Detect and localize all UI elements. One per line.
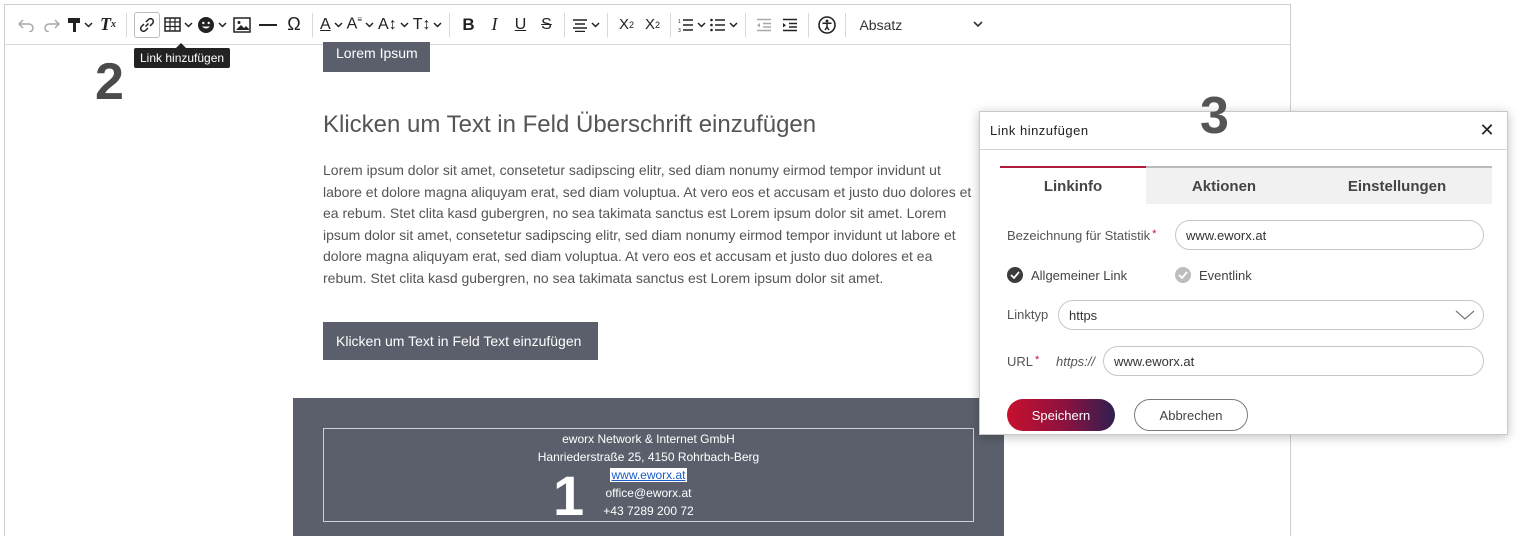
lorem-ipsum-button[interactable]: Lorem Ipsum	[323, 42, 430, 72]
url-input[interactable]: www.eworx.at	[1103, 346, 1484, 376]
check-icon	[1007, 267, 1023, 283]
format-painter-icon[interactable]	[67, 11, 93, 39]
chevron-down-icon	[365, 21, 374, 28]
link-tooltip: Link hinzufügen	[134, 43, 231, 68]
indent-icon[interactable]	[779, 11, 801, 39]
chevron-down-icon	[400, 21, 409, 28]
align-icon[interactable]	[572, 11, 600, 39]
required-marker: *	[1152, 228, 1157, 240]
dialog-header: Link hinzufügen ✕	[980, 112, 1507, 150]
footer-block: eworx Network & Internet GmbH Hanrieders…	[293, 398, 1004, 536]
content-heading[interactable]: Klicken um Text in Feld Überschrift einz…	[323, 111, 816, 139]
superscript-icon[interactable]: X2	[641, 11, 663, 39]
line-height-icon[interactable]: A↕	[378, 11, 409, 39]
remove-format-icon[interactable]: Tx	[97, 11, 119, 39]
chevron-down-icon	[1455, 310, 1475, 320]
undo-icon[interactable]	[15, 11, 37, 39]
insert-text-button[interactable]: Klicken um Text in Feld Text einzufügen	[323, 322, 598, 360]
dialog-title: Link hinzufügen	[990, 123, 1089, 138]
tab-einstellungen[interactable]: Einstellungen	[1302, 166, 1492, 204]
toolbar-divider	[312, 12, 313, 37]
table-icon[interactable]	[164, 11, 193, 39]
tab-linkinfo[interactable]: Linkinfo	[1000, 166, 1146, 204]
toolbar-divider	[449, 12, 451, 37]
step-number-2: 2	[95, 53, 124, 111]
content-paragraph[interactable]: Lorem ipsum dolor sit amet, consetetur s…	[323, 160, 973, 289]
footer-address: Hanriederstraße 25, 4150 Rohrbach-Berg	[537, 450, 760, 464]
linktype-value: https	[1069, 307, 1098, 323]
footer-company: eworx Network & Internet GmbH	[562, 432, 735, 446]
toolbar-divider	[670, 12, 672, 37]
linktype-label: Linktyp	[1007, 307, 1049, 322]
svg-text:1: 1	[678, 19, 681, 25]
chevron-down-icon	[184, 21, 193, 28]
paragraph-format-value: Absatz	[859, 16, 903, 33]
horizontal-line-icon[interactable]	[257, 11, 279, 39]
close-icon[interactable]: ✕	[1477, 120, 1497, 141]
radio-general-link[interactable]: Allgemeiner Link	[1007, 267, 1127, 283]
radio-event-link[interactable]: Eventlink	[1175, 267, 1252, 283]
cancel-button[interactable]: Abbrechen	[1134, 399, 1248, 431]
chevron-down-icon	[729, 21, 738, 28]
save-button[interactable]: Speichern	[1007, 399, 1115, 431]
toolbar-divider	[607, 12, 609, 37]
bold-icon[interactable]: B	[457, 11, 479, 39]
chevron-down-icon	[218, 21, 227, 28]
required-marker: *	[1035, 354, 1040, 366]
link-dialog: Link hinzufügen ✕ Linkinfo Aktionen Eins…	[979, 111, 1508, 435]
subscript-icon[interactable]: X2	[615, 11, 637, 39]
font-size-icon[interactable]: A≡	[347, 11, 374, 39]
font-color-icon[interactable]: A	[320, 11, 343, 39]
tab-aktionen[interactable]: Aktionen	[1146, 166, 1302, 204]
bulleted-list-icon[interactable]	[710, 11, 738, 39]
step-number-3: 3	[1200, 87, 1229, 145]
step-number-1: 1	[553, 464, 585, 527]
chevron-down-icon	[697, 21, 706, 28]
italic-icon[interactable]: I	[483, 11, 505, 39]
footer-phone: +43 7289 200 72	[603, 504, 694, 518]
url-label-text: URL	[1007, 354, 1034, 369]
footer-email[interactable]: office@eworx.at	[324, 484, 973, 502]
link-icon[interactable]	[134, 11, 160, 38]
svg-text:3: 3	[678, 28, 681, 32]
toolbar-divider	[808, 12, 810, 37]
paragraph-format-select[interactable]: Absatz	[853, 11, 989, 39]
check-icon	[1175, 267, 1191, 283]
toolbar-divider	[564, 12, 566, 37]
text-transform-icon[interactable]: T↕	[413, 11, 443, 39]
underline-icon[interactable]: U	[509, 11, 531, 39]
chevron-down-icon	[973, 21, 984, 28]
accessibility-icon[interactable]	[816, 11, 838, 39]
toolbar-divider	[845, 12, 847, 37]
url-label: URL *	[1007, 354, 1039, 369]
chevron-down-icon	[334, 21, 343, 28]
strikethrough-icon[interactable]: S	[535, 11, 557, 39]
outdent-icon[interactable]	[753, 11, 775, 39]
toolbar-divider	[745, 12, 747, 37]
dialog-tabs: Linkinfo Aktionen Einstellungen	[1000, 166, 1492, 204]
chevron-down-icon	[433, 21, 442, 28]
radio-general-label: Allgemeiner Link	[1031, 267, 1128, 283]
radio-event-label: Eventlink	[1199, 267, 1252, 283]
stat-label: Bezeichnung für Statistik *	[1007, 228, 1156, 243]
numbered-list-icon[interactable]: 13	[678, 11, 706, 39]
redo-icon[interactable]	[41, 11, 63, 39]
stat-label-text: Bezeichnung für Statistik	[1007, 228, 1151, 243]
stat-input[interactable]: www.eworx.at	[1175, 220, 1484, 250]
url-prefix: https://	[1056, 354, 1096, 369]
linktype-select[interactable]: https	[1058, 300, 1484, 330]
toolbar-divider	[126, 12, 127, 37]
footer-website-link[interactable]: www.eworx.at	[610, 468, 687, 482]
editor-toolbar: Tx Ω A A≡ A↕ T↕ B I U S X 2 X 2 1 3 Absa…	[5, 5, 1290, 45]
footer-address-box[interactable]: eworx Network & Internet GmbH Hanrieders…	[323, 428, 974, 522]
chevron-down-icon	[591, 21, 600, 28]
chevron-down-icon	[84, 21, 93, 28]
image-icon[interactable]	[231, 11, 253, 39]
special-char-icon[interactable]: Ω	[283, 11, 305, 39]
emoji-icon[interactable]	[197, 11, 227, 39]
